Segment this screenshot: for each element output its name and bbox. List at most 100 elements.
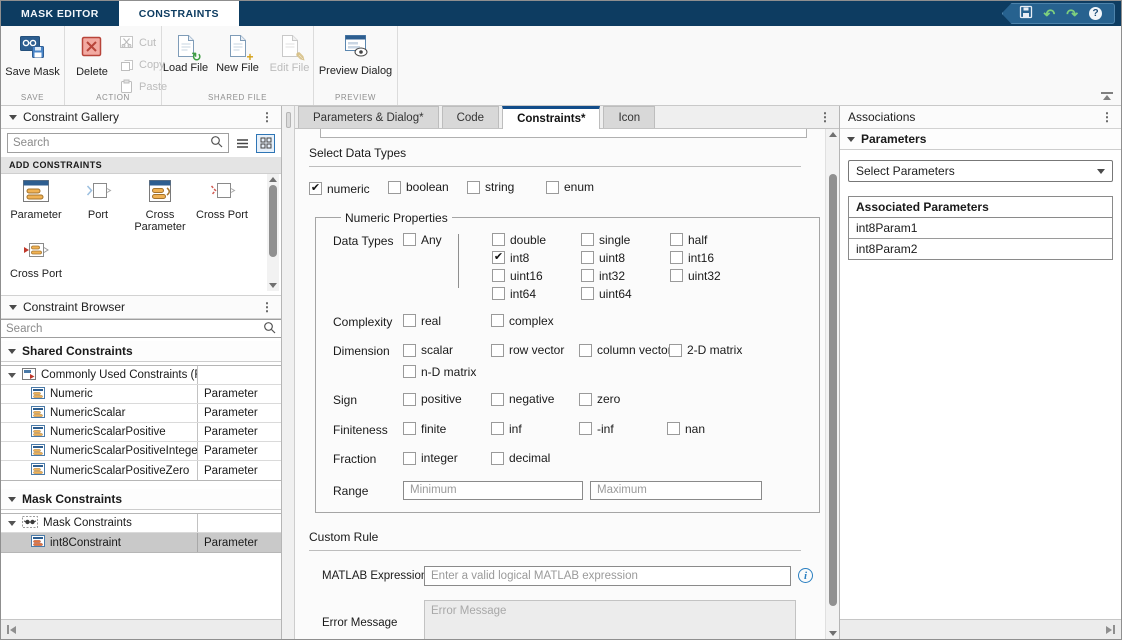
- checkbox-double[interactable]: double: [492, 233, 581, 247]
- checkbox-finite[interactable]: finite: [403, 422, 446, 436]
- scroll-up-icon[interactable]: [269, 177, 277, 182]
- checkbox-nan[interactable]: nan: [667, 422, 705, 436]
- skip-to-end-icon[interactable]: [1106, 625, 1115, 634]
- editor-menu-icon[interactable]: ⋮: [819, 111, 839, 123]
- select-parameters-dropdown[interactable]: Select Parameters: [848, 160, 1113, 182]
- parameters-section-header[interactable]: Parameters: [840, 129, 1121, 150]
- collapse-group-icon[interactable]: [8, 521, 16, 526]
- checkbox-2d-matrix[interactable]: 2-D matrix: [669, 343, 742, 357]
- splitter-handle-icon[interactable]: [286, 112, 291, 128]
- tree-row-int8constraint[interactable]: int8Constraint Parameter: [1, 533, 281, 552]
- checkbox-integer[interactable]: integer: [403, 451, 458, 465]
- tree-group-row-mask[interactable]: Mask Constraints: [1, 514, 281, 533]
- left-horizontal-scrollbar[interactable]: [1, 619, 281, 639]
- gallery-scrollbar[interactable]: [267, 174, 279, 291]
- checkbox-int16[interactable]: int16: [670, 251, 759, 265]
- tree-row-numericscalar[interactable]: NumericScalar Parameter: [1, 404, 281, 423]
- scroll-down-icon[interactable]: [269, 283, 277, 288]
- editor-scrollbar[interactable]: [825, 129, 839, 639]
- skip-to-start-icon[interactable]: [7, 625, 16, 634]
- checkbox-complex[interactable]: complex: [491, 314, 554, 328]
- shared-constraints-header[interactable]: Shared Constraints: [1, 341, 281, 362]
- grid-view-button[interactable]: [256, 134, 275, 153]
- left-panel: Constraint Gallery ⋮ ADD CONSTRAINTS Par…: [1, 106, 282, 639]
- checkbox-positive[interactable]: positive: [403, 392, 462, 406]
- checkbox-enum[interactable]: enum: [546, 180, 594, 194]
- gallery-item-cross-port[interactable]: Cross Port: [191, 179, 253, 234]
- gallery-item-cross-parameter[interactable]: Cross Parameter: [129, 179, 191, 234]
- checkbox-decimal[interactable]: decimal: [491, 451, 550, 465]
- panel-splitter[interactable]: [282, 106, 295, 639]
- scroll-up-icon[interactable]: [829, 132, 837, 137]
- list-view-button[interactable]: [233, 134, 252, 153]
- checkbox-half[interactable]: half: [670, 233, 759, 247]
- checkbox-row-vector[interactable]: row vector: [491, 343, 564, 357]
- checkbox-uint32[interactable]: uint32: [670, 269, 759, 283]
- info-icon[interactable]: i: [798, 568, 813, 583]
- checkbox-scalar[interactable]: scalar: [403, 343, 453, 357]
- checkbox-column-vector[interactable]: column vector: [579, 343, 672, 357]
- ribbon-tab-constraints[interactable]: CONSTRAINTS: [119, 1, 239, 26]
- save-icon[interactable]: [1019, 5, 1033, 22]
- cross-port-icon: [208, 179, 236, 207]
- collapse-browser-icon[interactable]: [9, 305, 17, 310]
- gallery-item-cross-port-2[interactable]: Cross Port: [5, 238, 67, 280]
- mask-editor-window: MASK EDITOR CONSTRAINTS ↶ ↷ ? Save Mask …: [0, 0, 1122, 640]
- tree-row-numericscalarpositivezero[interactable]: NumericScalarPositiveZero Parameter: [1, 461, 281, 480]
- checkbox-int8[interactable]: int8: [492, 251, 581, 265]
- undo-icon[interactable]: ↶: [1044, 7, 1056, 21]
- scroll-down-icon[interactable]: [829, 631, 837, 636]
- preview-dialog-button[interactable]: Preview Dialog: [315, 31, 396, 77]
- checkbox-nd-matrix[interactable]: n-D matrix: [403, 365, 476, 379]
- tab-icon[interactable]: Icon: [603, 106, 655, 128]
- save-mask-button[interactable]: Save Mask: [1, 31, 63, 78]
- checkbox-numeric[interactable]: numeric: [309, 182, 370, 196]
- checkbox-inf[interactable]: inf: [491, 422, 522, 436]
- browser-menu-icon[interactable]: ⋮: [261, 301, 273, 313]
- right-horizontal-scrollbar[interactable]: [840, 619, 1121, 639]
- tab-constraints[interactable]: Constraints*: [502, 106, 600, 129]
- checkbox-negative[interactable]: negative: [491, 392, 554, 406]
- range-minimum-input[interactable]: [403, 481, 583, 500]
- quick-access-toolbar: ↶ ↷ ?: [1002, 3, 1115, 24]
- checkbox-int32[interactable]: int32: [581, 269, 670, 283]
- gallery-item-port[interactable]: Port: [67, 179, 129, 234]
- checkbox-int64[interactable]: int64: [492, 287, 581, 301]
- associated-parameter-row[interactable]: int8Param1: [849, 218, 1112, 239]
- checkbox-real[interactable]: real: [403, 314, 441, 328]
- collapse-toolstrip-button[interactable]: [1101, 92, 1113, 100]
- gallery-search-input[interactable]: [13, 137, 210, 149]
- load-file-button[interactable]: ↻ Load File: [161, 31, 211, 74]
- checkbox-zero[interactable]: zero: [579, 392, 620, 406]
- checkbox-single[interactable]: single: [581, 233, 670, 247]
- delete-button[interactable]: Delete: [67, 31, 117, 78]
- checkbox-uint16[interactable]: uint16: [492, 269, 581, 283]
- checkbox-any[interactable]: Any: [403, 233, 442, 247]
- tree-group-row[interactable]: Commonly Used Constraints (R...: [1, 366, 281, 385]
- new-file-button[interactable]: + New File: [213, 31, 263, 74]
- constraint-name-field-partial[interactable]: [320, 129, 807, 138]
- browser-search-input[interactable]: [6, 323, 263, 335]
- gallery-menu-icon[interactable]: ⋮: [261, 111, 273, 123]
- tree-row-numericscalarpositive[interactable]: NumericScalarPositive Parameter: [1, 423, 281, 442]
- help-icon[interactable]: ?: [1089, 7, 1102, 20]
- redo-icon[interactable]: ↷: [1066, 7, 1078, 21]
- mask-constraints-header[interactable]: Mask Constraints: [1, 489, 281, 510]
- checkbox-uint64[interactable]: uint64: [581, 287, 670, 301]
- checkbox-uint8[interactable]: uint8: [581, 251, 670, 265]
- collapse-group-icon[interactable]: [8, 373, 16, 378]
- checkbox-string[interactable]: string: [467, 180, 514, 194]
- checkbox-boolean[interactable]: boolean: [388, 180, 449, 194]
- collapse-gallery-icon[interactable]: [9, 115, 17, 120]
- ribbon-tab-mask-editor[interactable]: MASK EDITOR: [1, 1, 119, 26]
- tab-code[interactable]: Code: [442, 106, 500, 128]
- range-maximum-input[interactable]: [590, 481, 762, 500]
- matlab-expression-input[interactable]: [424, 566, 791, 586]
- tab-parameters-dialog[interactable]: Parameters & Dialog*: [298, 106, 439, 128]
- gallery-item-parameter[interactable]: Parameter: [5, 179, 67, 234]
- checkbox-neg-inf[interactable]: -inf: [579, 422, 614, 436]
- associated-parameter-row[interactable]: int8Param2: [849, 239, 1112, 259]
- tree-row-numericscalarpositiveinteger[interactable]: NumericScalarPositiveInteger Parameter: [1, 442, 281, 461]
- associations-menu-icon[interactable]: ⋮: [1101, 111, 1113, 123]
- tree-row-numeric[interactable]: Numeric Parameter: [1, 385, 281, 404]
